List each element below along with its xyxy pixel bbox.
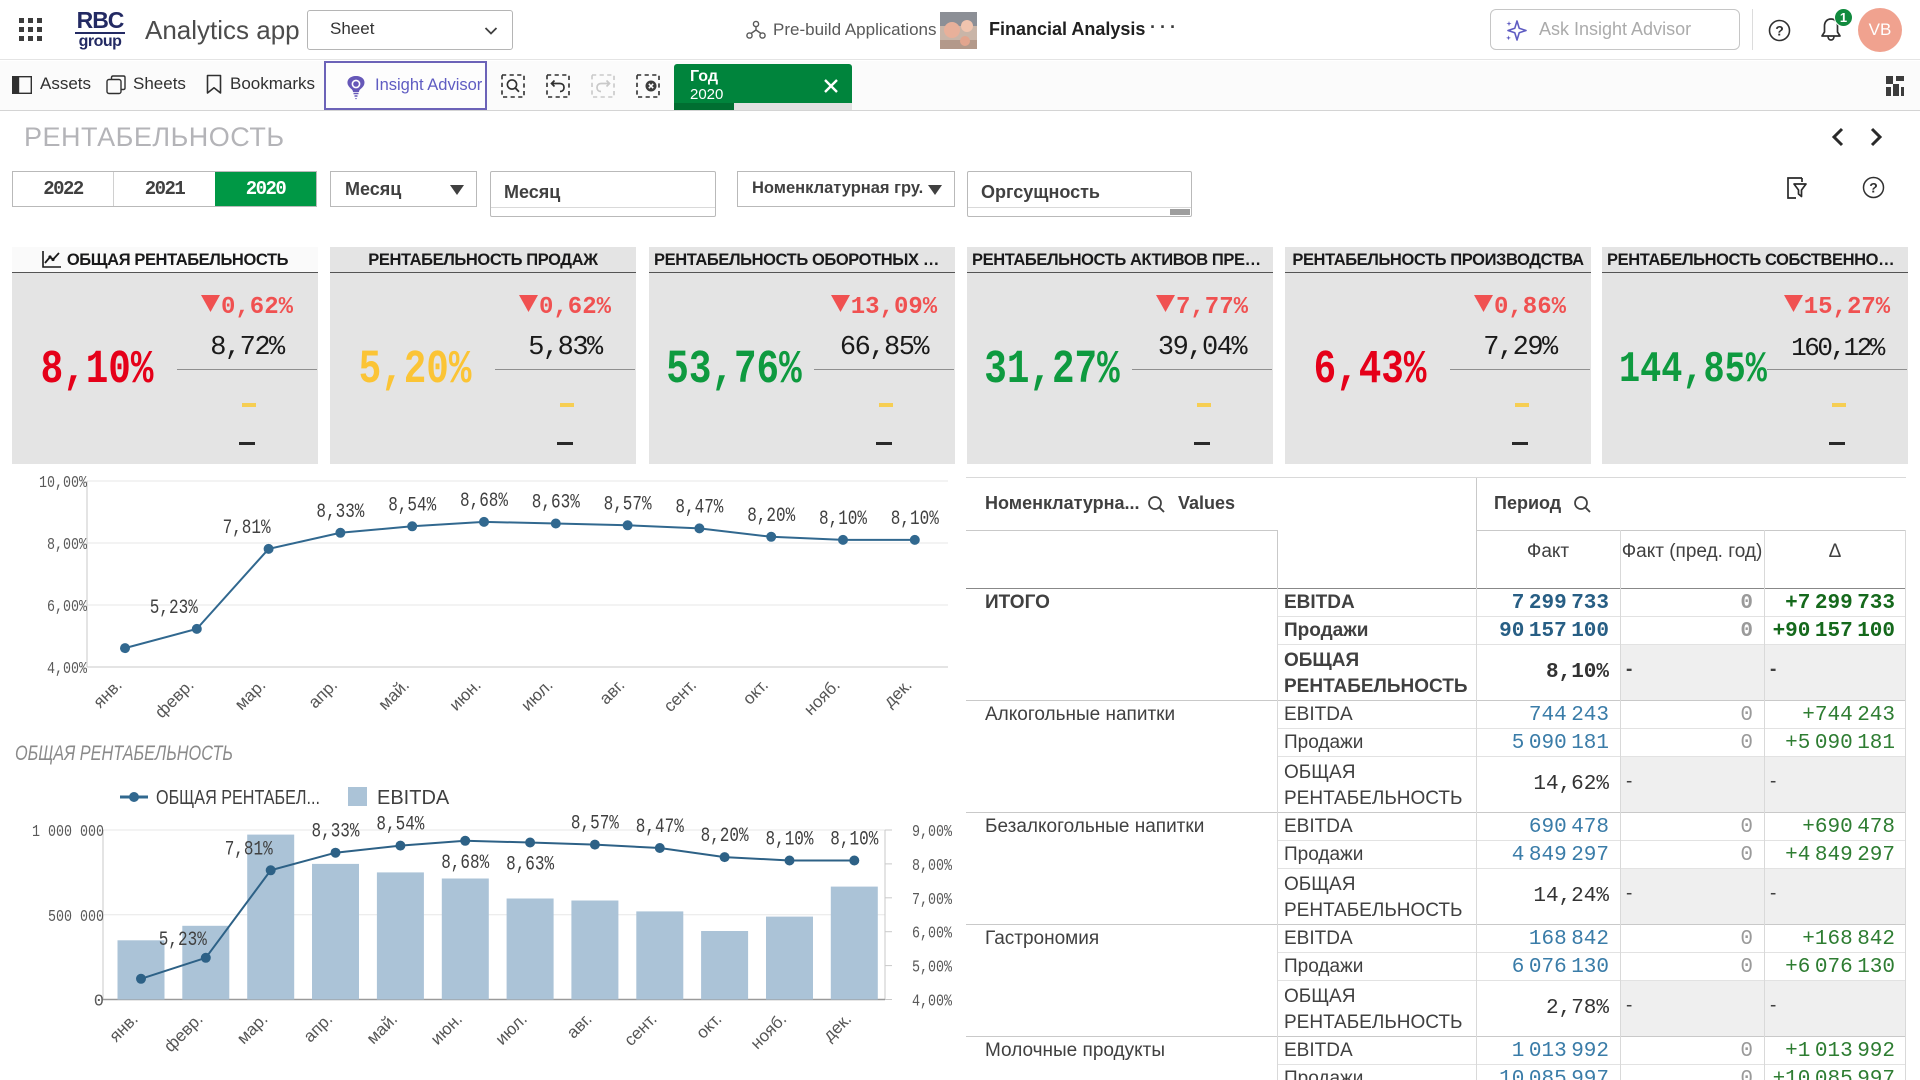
svg-text:4,00%: 4,00% — [912, 993, 953, 1012]
svg-text:7,81%: 7,81% — [225, 838, 274, 861]
svg-text:мар.: мар. — [231, 675, 269, 713]
svg-text:0: 0 — [94, 993, 104, 1012]
svg-text:5,23%: 5,23% — [159, 929, 208, 952]
svg-text:апр.: апр. — [300, 1009, 337, 1046]
svg-text:EBITDA: EBITDA — [377, 787, 450, 809]
svg-text:8,20%: 8,20% — [747, 505, 796, 528]
svg-text:янв.: янв. — [106, 1009, 142, 1045]
svg-text:май.: май. — [363, 1009, 401, 1047]
svg-text:5,00%: 5,00% — [912, 959, 953, 978]
svg-text:июл.: июл. — [492, 1009, 531, 1048]
svg-text:февр.: февр. — [151, 675, 197, 721]
svg-text:8,10%: 8,10% — [891, 508, 940, 531]
svg-text:июн.: июн. — [427, 1009, 466, 1048]
svg-text:8,54%: 8,54% — [388, 494, 437, 517]
svg-text:8,00%: 8,00% — [912, 857, 953, 876]
svg-text:нояб.: нояб. — [747, 1009, 790, 1052]
svg-text:8,57%: 8,57% — [571, 813, 620, 836]
svg-text:8,68%: 8,68% — [460, 490, 509, 513]
svg-text:8,47%: 8,47% — [675, 496, 724, 519]
svg-text:февр.: февр. — [160, 1009, 206, 1055]
svg-text:авг.: авг. — [596, 675, 629, 708]
svg-text:дек.: дек. — [819, 1009, 855, 1045]
svg-text:8,63%: 8,63% — [532, 492, 581, 515]
svg-text:8,33%: 8,33% — [312, 821, 361, 844]
svg-text:8,10%: 8,10% — [766, 829, 815, 852]
svg-text:июн.: июн. — [446, 675, 485, 714]
svg-text:7,00%: 7,00% — [912, 891, 953, 910]
svg-text:ОБЩАЯ РЕНТАБЕЛЬНОСТЬ: ОБЩАЯ РЕНТАБЕЛЬНОСТЬ — [15, 742, 233, 765]
svg-text:янв.: янв. — [90, 675, 126, 711]
svg-text:нояб.: нояб. — [800, 675, 843, 718]
svg-text:10,00%: 10,00% — [39, 474, 88, 493]
svg-text:8,10%: 8,10% — [830, 829, 879, 852]
svg-text:?: ? — [1869, 180, 1878, 196]
svg-text:500 000: 500 000 — [48, 908, 104, 927]
svg-text:дек.: дек. — [880, 675, 916, 711]
svg-text:авг.: авг. — [563, 1009, 596, 1042]
svg-text:6,00%: 6,00% — [47, 598, 88, 617]
svg-text:8,54%: 8,54% — [376, 814, 425, 837]
svg-text:1 000 000: 1 000 000 — [32, 823, 104, 842]
svg-text:8,63%: 8,63% — [506, 854, 555, 877]
svg-text:9,00%: 9,00% — [912, 823, 953, 842]
svg-text:5,23%: 5,23% — [150, 597, 199, 620]
svg-text:8,68%: 8,68% — [441, 852, 490, 875]
svg-text:ОБЩАЯ РЕНТАБЕЛ...: ОБЩАЯ РЕНТАБЕЛ... — [156, 787, 320, 809]
svg-text:8,57%: 8,57% — [604, 493, 653, 516]
svg-text:мар.: мар. — [233, 1009, 271, 1047]
svg-text:6,00%: 6,00% — [912, 925, 953, 944]
svg-text:апр.: апр. — [305, 675, 342, 712]
svg-text:8,47%: 8,47% — [636, 816, 685, 839]
svg-text:сент.: сент. — [620, 1009, 660, 1049]
svg-text:июл.: июл. — [517, 675, 556, 714]
svg-text:7,81%: 7,81% — [223, 517, 272, 540]
svg-text:4,00%: 4,00% — [47, 660, 88, 679]
svg-text:май.: май. — [375, 675, 413, 713]
svg-text:окт.: окт. — [739, 675, 772, 708]
svg-text:8,00%: 8,00% — [47, 536, 88, 555]
svg-text:8,10%: 8,10% — [819, 508, 868, 531]
svg-text:8,33%: 8,33% — [316, 501, 365, 524]
svg-text:8,20%: 8,20% — [701, 825, 750, 848]
svg-text:?: ? — [1775, 23, 1784, 39]
svg-text:сент.: сент. — [660, 675, 700, 715]
svg-text:окт.: окт. — [692, 1009, 725, 1042]
